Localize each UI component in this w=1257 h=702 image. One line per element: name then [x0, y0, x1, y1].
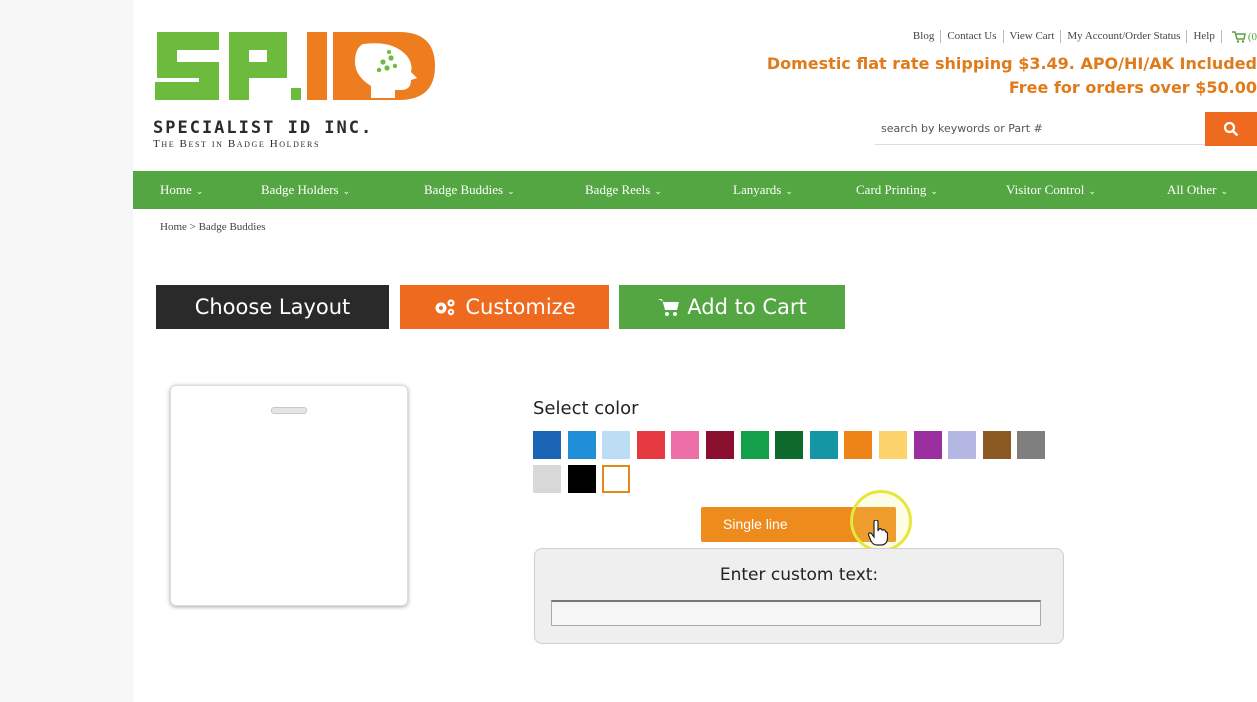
color-swatch[interactable] [775, 431, 804, 459]
color-swatch[interactable] [844, 431, 873, 459]
cart-count: (0 [1247, 30, 1257, 43]
chevron-down-icon: ⌄ [195, 186, 204, 196]
customize-label: Customize [465, 295, 576, 319]
nav-label: Badge Holders [261, 182, 339, 197]
nav-visitor-control[interactable]: Visitor Control ⌄ [1006, 171, 1096, 209]
nav-label: Lanyards [733, 182, 782, 197]
color-swatch[interactable] [602, 431, 631, 459]
breadcrumb[interactable]: Home > Badge Buddies [160, 221, 266, 233]
hand-cursor-icon [868, 520, 888, 546]
color-swatch[interactable] [740, 431, 769, 459]
nav-all-other[interactable]: All Other ⌄ [1167, 171, 1228, 209]
contact-us-link[interactable]: Contact Us [941, 30, 1004, 43]
color-swatch[interactable] [636, 431, 665, 459]
chevron-down-icon: ⌄ [1220, 186, 1229, 196]
chevron-down-icon: ⌄ [654, 186, 662, 196]
color-swatch[interactable] [567, 431, 596, 459]
cart-icon [657, 297, 681, 317]
mini-cart[interactable]: (0 [1222, 31, 1257, 43]
help-link[interactable]: Help [1187, 30, 1222, 43]
search-input[interactable] [875, 112, 1215, 145]
color-swatch[interactable] [913, 431, 942, 459]
nav-badge-reels[interactable]: Badge Reels ⌄ [585, 171, 662, 209]
color-swatch[interactable] [809, 431, 838, 459]
chevron-down-icon: ⌄ [930, 186, 938, 196]
search-button[interactable] [1205, 112, 1257, 146]
color-swatch[interactable] [671, 431, 700, 459]
nav-card-printing[interactable]: Card Printing ⌄ [856, 171, 938, 209]
page: SPECIALIST ID INC. The Best in Badge Hol… [133, 0, 1257, 702]
color-swatch[interactable] [533, 431, 561, 459]
color-swatch[interactable] [1017, 431, 1046, 459]
my-account-link[interactable]: My Account/Order Status [1061, 30, 1188, 43]
nav-label: All Other [1167, 182, 1217, 197]
left-gutter [0, 0, 133, 702]
nav-label: Badge Reels [585, 182, 651, 197]
view-cart-link[interactable]: View Cart [1004, 30, 1062, 43]
add-to-cart-button[interactable]: Add to Cart [619, 285, 845, 329]
custom-text-label: Enter custom text: [719, 565, 879, 585]
customize-button[interactable]: Customize [400, 285, 609, 329]
nav-badge-holders[interactable]: Badge Holders ⌄ [261, 171, 350, 209]
color-swatch[interactable] [533, 465, 561, 493]
color-swatch[interactable] [948, 431, 977, 459]
color-swatch[interactable] [879, 431, 907, 459]
add-to-cart-label: Add to Cart [687, 295, 807, 319]
search-icon [1223, 121, 1239, 137]
nav-label: Home [160, 182, 192, 197]
choose-layout-label: Choose Layout [194, 295, 351, 319]
line-count-value: Single line [723, 516, 788, 532]
nav-label: Badge Buddies [424, 182, 504, 197]
nav-label: Card Printing [856, 182, 927, 197]
badge-preview [170, 385, 408, 606]
select-color-label: Select color [533, 398, 639, 419]
color-swatch[interactable] [602, 465, 631, 493]
chevron-down-icon: ⌄ [785, 186, 793, 196]
logo-company-name: SPECIALIST ID INC. [153, 118, 374, 138]
nav-lanyards[interactable]: Lanyards ⌄ [733, 171, 793, 209]
choose-layout-button[interactable]: Choose Layout [156, 285, 389, 329]
logo-tagline: The Best in Badge Holders [153, 138, 320, 150]
nav-home[interactable]: Home ⌄ [160, 171, 203, 209]
logo-mark [155, 32, 435, 100]
custom-text-input[interactable] [551, 600, 1041, 626]
chevron-down-icon: ⌄ [342, 186, 351, 196]
color-swatch[interactable] [982, 431, 1011, 459]
chevron-down-icon: ⌄ [1088, 186, 1096, 196]
site-logo[interactable]: SPECIALIST ID INC. The Best in Badge Hol… [149, 20, 449, 160]
color-swatch[interactable] [567, 465, 596, 493]
gears-icon [433, 297, 459, 317]
color-swatch[interactable] [706, 431, 734, 459]
search-bar [875, 112, 1257, 146]
utility-links: Blog Contact Us View Cart My Account/Ord… [907, 30, 1257, 43]
nav-label: Visitor Control [1006, 182, 1085, 197]
nav-badge-buddies[interactable]: Badge Buddies ⌄ [424, 171, 515, 209]
cart-icon [1231, 30, 1246, 43]
chevron-down-icon: ⌄ [507, 186, 515, 196]
badge-slot [271, 407, 307, 414]
shipping-banner-line2: Free for orders over $50.00 [1008, 78, 1257, 97]
blog-link[interactable]: Blog [907, 30, 942, 43]
main-nav: Home ⌄ Badge Holders ⌄ Badge Buddies ⌄ Badg… [133, 171, 1257, 209]
custom-text-panel: Enter custom text: [534, 548, 1064, 644]
shipping-banner-line1: Domestic flat rate shipping $3.49. APO/H… [766, 54, 1257, 73]
